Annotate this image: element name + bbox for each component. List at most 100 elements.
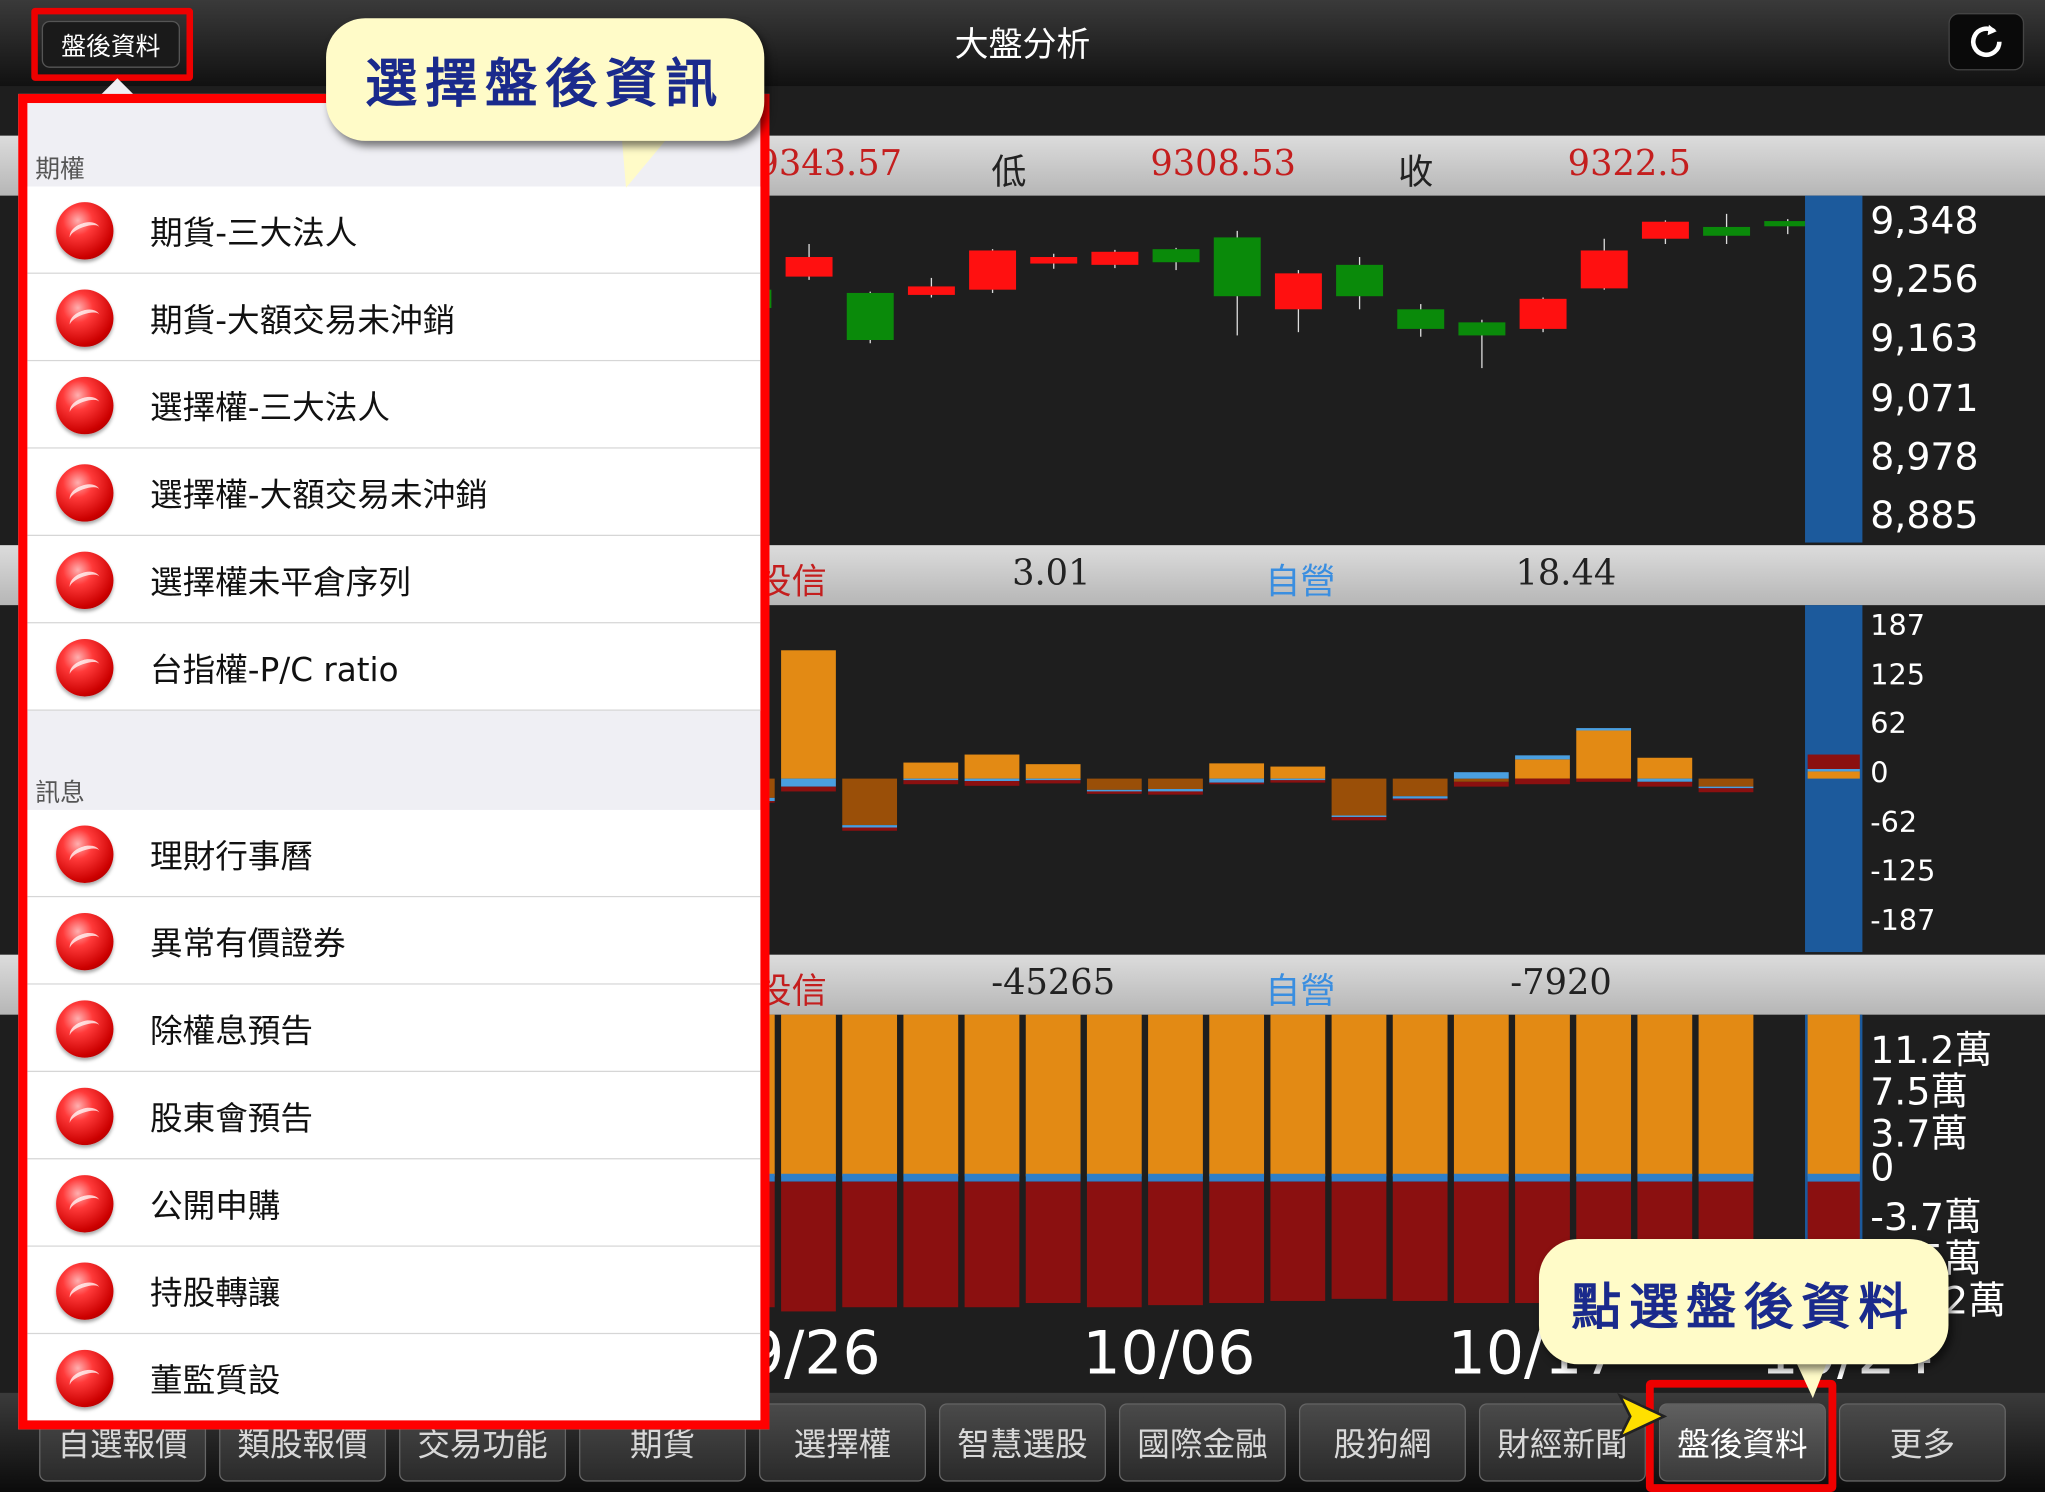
candle-body [1030, 257, 1078, 264]
oi-long-bar [903, 1014, 959, 1177]
callout-select-after-hours: 選擇盤後資訊 [326, 18, 765, 141]
oi-long-bar [1698, 1014, 1754, 1177]
oi-long-bar [1515, 1014, 1570, 1177]
candle-body [1152, 249, 1200, 263]
menu-item-futures-large-trader[interactable]: 期貨-大額交易未沖銷 [27, 273, 761, 362]
inst-bar [781, 786, 836, 792]
dealer-value: 18.44 [1515, 552, 1617, 594]
menu-item-label: 公開申購 [149, 1186, 281, 1225]
inst-bar [964, 778, 1020, 782]
menu-item-label: 理財行事曆 [149, 837, 314, 876]
inst-bar [1148, 791, 1203, 795]
y-tick-label: 9,071 [1870, 375, 1979, 420]
menu-item-options-open-interest[interactable]: 選擇權未平倉序列 [27, 536, 761, 624]
oi-short-bar [1270, 1181, 1326, 1301]
y-tick-label: 8,978 [1870, 434, 1979, 479]
menu-item-label: 異常有價證券 [149, 924, 346, 963]
inst-bar [1392, 778, 1448, 797]
oi-zero-band [781, 1173, 836, 1182]
menu-item-ex-dividend[interactable]: 除權息預告 [27, 984, 761, 1073]
oi-zero-band [1331, 1173, 1387, 1182]
inst-bar [1270, 780, 1326, 783]
menu-item-calendar[interactable]: 理財行事曆 [27, 809, 761, 898]
pointer-arrow-icon [1617, 1392, 1668, 1440]
oi-zero-band [1515, 1173, 1570, 1182]
oi-zero-band [1392, 1173, 1448, 1182]
inst-bar [1576, 730, 1632, 779]
inst-bar [1331, 815, 1387, 818]
inst-bar [842, 827, 898, 831]
tab-stockdog[interactable]: 股狗網 [1298, 1403, 1466, 1482]
red-ball-icon [56, 376, 114, 435]
inst-bar [1698, 788, 1754, 793]
inst-bar [1637, 757, 1693, 779]
menu-item-label: 期貨-三大法人 [149, 213, 358, 252]
refresh-button[interactable] [1948, 13, 2025, 71]
menu-item-label: 股東會預告 [149, 1099, 314, 1138]
inst-bar [1453, 778, 1509, 782]
oi-short-bar [1086, 1181, 1142, 1308]
open-value: 9343.57 [756, 143, 903, 184]
inst-bar [1453, 772, 1509, 779]
red-ball-icon [56, 289, 114, 347]
oi-zero-band [1086, 1173, 1142, 1182]
inst-bar [903, 780, 959, 785]
menu-item-label: 除權息預告 [149, 1012, 314, 1050]
inst-bar [1209, 782, 1265, 785]
menu-item-abnormal-securities[interactable]: 異常有價證券 [27, 897, 761, 985]
red-ball-icon [56, 1262, 114, 1320]
menu-item-label: 台指權-P/C ratio [149, 650, 399, 689]
candle-body [1703, 226, 1751, 236]
dealer-label: 自營 [1265, 562, 1336, 603]
inst-bar [1807, 771, 1860, 779]
refresh-icon [1970, 24, 2002, 58]
candle-body [1458, 322, 1506, 336]
oi-zero-band [903, 1173, 959, 1182]
red-ball-icon [56, 1087, 114, 1146]
menu-item-pc-ratio[interactable]: 台指權-P/C ratio [27, 623, 761, 711]
menu-item-ipo-subscription[interactable]: 公開申購 [27, 1159, 761, 1247]
inst-bar [1807, 768, 1860, 772]
inst-bar [781, 778, 836, 787]
y-tick-label: 8,885 [1870, 492, 1979, 538]
tab-options[interactable]: 選擇權 [759, 1403, 926, 1482]
tab-smart-picks[interactable]: 智慧選股 [939, 1403, 1106, 1482]
oi-long-bar [1637, 1014, 1693, 1177]
oi-zero-band [1807, 1173, 1860, 1182]
oi-short-bar [1392, 1181, 1448, 1301]
dealer-value-2: -7920 [1510, 962, 1612, 1003]
inst-bar [1025, 764, 1081, 779]
inst-bar [1148, 789, 1203, 792]
inst-bar [1637, 778, 1693, 782]
oi-long-bar [964, 1014, 1020, 1177]
menu-item-options-institutional[interactable]: 選擇權-三大法人 [27, 361, 761, 449]
menu-item-director-pledge[interactable]: 董監質設 [27, 1334, 761, 1421]
menu-item-shareholder-meeting[interactable]: 股東會預告 [27, 1072, 761, 1160]
candle-body [969, 250, 1017, 290]
oi-long-bar [1331, 1014, 1387, 1177]
oi-long-bar [1453, 1014, 1509, 1177]
inst-bar [1209, 778, 1265, 783]
oi-zero-band [1148, 1173, 1203, 1182]
tab-more[interactable]: 更多 [1838, 1403, 2006, 1482]
oi-zero-band [842, 1173, 898, 1182]
candle-body [1213, 237, 1261, 297]
oi-long-bar [1392, 1014, 1448, 1177]
oi-long-bar [1576, 1014, 1632, 1177]
inst-bar [1453, 781, 1509, 787]
inst-bar [1025, 780, 1081, 784]
red-ball-icon [56, 912, 114, 971]
menu-item-label: 期貨-大額交易未沖銷 [149, 301, 456, 340]
section-header-news: 訊息 [35, 778, 85, 808]
oi-short-bar [1148, 1181, 1203, 1306]
menu-item-share-transfer[interactable]: 持股轉讓 [27, 1246, 761, 1335]
menu-item-label: 董監質設 [149, 1361, 281, 1400]
inst-bar [842, 778, 898, 826]
menu-item-options-large-trader[interactable]: 選擇權-大額交易未沖銷 [27, 448, 761, 537]
red-ball-icon [56, 202, 114, 260]
oi-short-bar [964, 1181, 1020, 1308]
red-ball-icon [56, 1349, 114, 1408]
menu-item-futures-institutional[interactable]: 期貨-三大法人 [27, 186, 761, 274]
candle-body [1091, 251, 1139, 265]
tab-global-finance[interactable]: 國際金融 [1119, 1403, 1286, 1482]
